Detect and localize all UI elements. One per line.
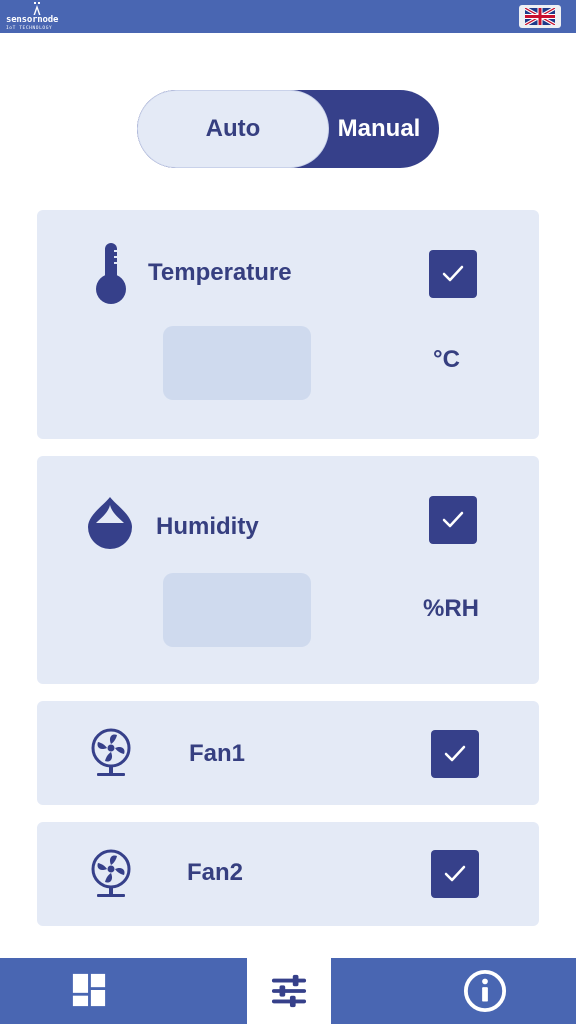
temperature-value-input[interactable] [163, 326, 311, 400]
nav-dashboard-button[interactable] [70, 971, 108, 1009]
top-bar: sensornode IoT TECHNOLOGY [0, 0, 576, 33]
checkmark-icon [442, 265, 464, 282]
droplet-icon [88, 497, 132, 549]
humidity-card: Humidity %RH [37, 456, 539, 684]
auto-mode-option[interactable]: Auto [137, 90, 329, 168]
nav-info-button[interactable] [462, 968, 508, 1014]
fan1-label: Fan1 [189, 740, 246, 767]
brand-tagline: IoT TECHNOLOGY [6, 26, 53, 31]
temperature-checkbox[interactable] [429, 250, 477, 298]
thermometer-icon [96, 243, 126, 304]
sensornode-logo: sensornode IoT TECHNOLOGY [6, 2, 70, 32]
temperature-card: Temperature °C [37, 210, 539, 439]
mode-toggle[interactable]: Auto Manual [137, 90, 439, 168]
logo-mark-icon [33, 2, 41, 15]
humidity-unit: %RH [423, 595, 480, 622]
nav-settings-button[interactable] [268, 972, 310, 1010]
humidity-value-input[interactable] [163, 573, 311, 647]
brand-name: sensornode [6, 15, 59, 25]
fan2-card: Fan2 [37, 822, 539, 926]
temperature-unit: °C [433, 346, 460, 373]
checkmark-icon [442, 511, 464, 528]
fan1-card: Fan1 [37, 701, 539, 805]
fan-icon [91, 849, 131, 897]
dashboard-icon [72, 973, 106, 1007]
temperature-label: Temperature [148, 259, 292, 286]
checkmark-icon [444, 865, 466, 882]
manual-mode-option[interactable]: Manual [329, 90, 439, 168]
fan1-checkbox[interactable] [431, 730, 479, 778]
fan-icon [91, 728, 131, 776]
fan2-label: Fan2 [187, 859, 244, 886]
fan2-checkbox[interactable] [431, 850, 479, 898]
humidity-checkbox[interactable] [429, 496, 477, 544]
checkmark-icon [444, 745, 466, 762]
sliders-icon [271, 974, 307, 1008]
uk-flag-icon [525, 8, 555, 25]
info-icon [463, 969, 507, 1013]
humidity-label: Humidity [156, 513, 259, 540]
language-button[interactable] [519, 5, 561, 28]
